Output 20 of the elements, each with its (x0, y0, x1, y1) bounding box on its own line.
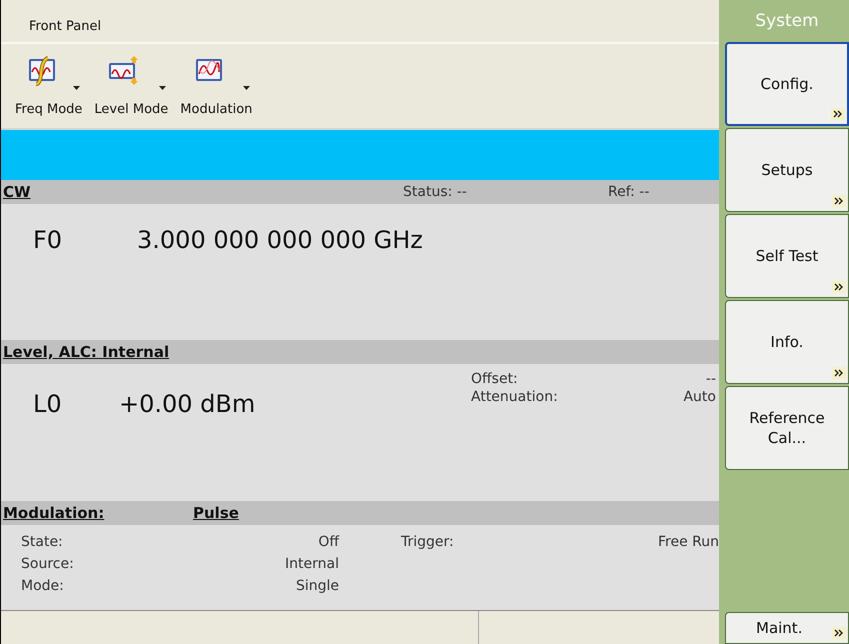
dropdown-icon (243, 86, 250, 90)
toolbar-button[interactable]: Level Mode (94, 54, 168, 120)
dropdown-icon (73, 86, 80, 90)
softkey-button[interactable]: Config. (725, 42, 849, 126)
softkey-button[interactable]: Info. (725, 300, 849, 384)
window-title: Front Panel (29, 18, 102, 36)
toolbar-button[interactable]: Freq Mode (15, 54, 82, 120)
toolbar-button[interactable]: Modulation (180, 54, 252, 120)
section-header: Modulation: Pulse (1, 501, 719, 525)
frequency-panel: F0 3.000 000 000 000 GHz (1, 204, 719, 340)
softkey-button[interactable]: Self Test (725, 214, 849, 298)
modulation-panel: State: Off Source: Internal Mode: Single Trigger: Free Run (1, 525, 719, 611)
menu-title: System (755, 10, 819, 34)
section-header: Level, ALC: Internal (1, 340, 719, 364)
level-panel: L0 +0.00 dBm Offset: -- Attenuation: Auto (1, 364, 719, 501)
dropdown-icon (159, 86, 166, 90)
softkey-button[interactable]: Setups (725, 128, 849, 212)
softkey-button[interactable]: Maint. (725, 612, 849, 644)
section-header: CW Status: -- Ref: -- (1, 180, 719, 204)
softkey-button[interactable]: Reference Cal... (725, 386, 849, 470)
